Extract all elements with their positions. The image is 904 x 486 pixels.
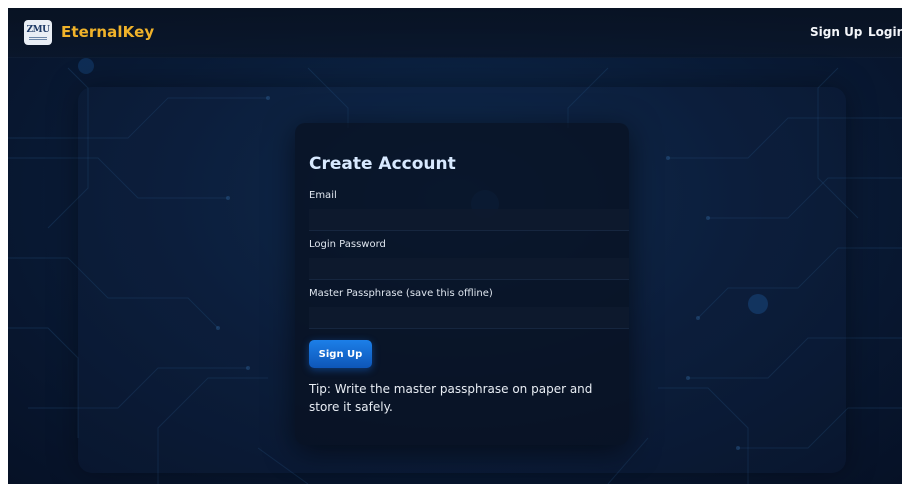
signup-button[interactable]: Sign Up — [309, 340, 372, 368]
signup-card: Create Account Email Login Password Mast… — [295, 123, 629, 445]
email-field[interactable] — [309, 209, 629, 231]
master-passphrase-label: Master Passphrase (save this offline) — [309, 288, 493, 299]
top-navbar: ZMU EternalKey Sign Up Login — [8, 8, 902, 58]
login-password-field[interactable] — [309, 258, 629, 280]
page-title: Create Account — [309, 154, 456, 174]
logo-text: ZMU — [26, 24, 50, 35]
brand-name[interactable]: EternalKey — [61, 23, 154, 41]
nav-login-link[interactable]: Login — [868, 25, 902, 39]
app-window: ZMU EternalKey Sign Up Login Create Acco… — [8, 8, 902, 484]
logo-lines — [29, 36, 47, 40]
zmu-logo: ZMU — [24, 20, 52, 45]
master-passphrase-field[interactable] — [309, 307, 629, 329]
tip-text: Tip: Write the master passphrase on pape… — [309, 382, 593, 414]
login-password-label: Login Password — [309, 239, 386, 250]
email-label: Email — [309, 190, 337, 201]
nav-signup-link[interactable]: Sign Up — [810, 25, 862, 39]
